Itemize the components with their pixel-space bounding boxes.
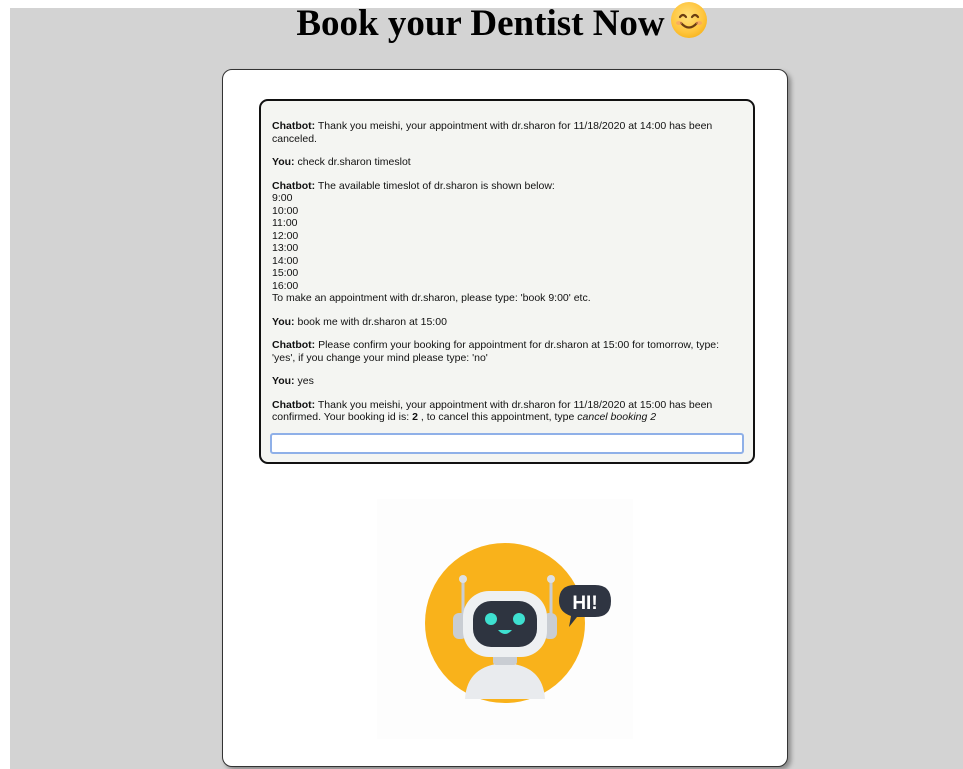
- message-text: check dr.sharon timeslot: [294, 156, 411, 168]
- robot-illustration: HI!: [377, 499, 633, 739]
- smiling-face-icon: [670, 2, 707, 38]
- robot-eye-left: [485, 613, 497, 625]
- timeslot-item: 9:00: [272, 192, 293, 204]
- cancel-command: cancel booking 2: [577, 411, 657, 423]
- speech-bubble-text: HI!: [572, 593, 597, 614]
- timeslot-item: 16:00: [272, 279, 299, 292]
- timeslot-item: 12:00: [272, 229, 299, 242]
- message-text: The available timeslot of dr.sharon is s…: [315, 179, 555, 192]
- message-sender: You:: [272, 375, 295, 387]
- chat-message-user: You: book me with dr.sharon at 15:00: [272, 316, 738, 329]
- message-text-cont: , to cancel this appointment, type: [417, 411, 578, 423]
- chat-message-user: You: check dr.sharon timeslot: [272, 156, 738, 169]
- chat-window: Chatbot: Thank you meishi, your appointm…: [259, 99, 755, 464]
- message-text: book me with dr.sharon at 15:00: [294, 315, 447, 328]
- message-text: yes: [294, 375, 314, 387]
- message-sender: You:: [272, 315, 295, 328]
- chat-input[interactable]: [270, 433, 744, 454]
- chat-message-user: You: yes: [272, 375, 738, 388]
- chat-card: Chatbot: Thank you meishi, your appointm…: [222, 69, 788, 767]
- message-instruction: To make an appointment with dr.sharon, p…: [272, 292, 591, 304]
- page-title-text: Book your Dentist Now: [296, 3, 665, 44]
- chat-message-bot: Chatbot: Thank you meishi, your appointm…: [272, 120, 738, 145]
- message-text: Thank you meishi, your appointment with …: [272, 120, 713, 145]
- message-sender: You:: [272, 156, 295, 168]
- chat-message-bot: Chatbot: The available timeslot of dr.sh…: [272, 180, 738, 305]
- timeslot-item: 10:00: [272, 204, 299, 217]
- timeslot-item: 15:00: [272, 267, 299, 279]
- timeslot-item: 14:00: [272, 254, 299, 267]
- message-sender: Chatbot:: [272, 120, 316, 132]
- robot-face-screen: [473, 601, 537, 647]
- page-title: Book your Dentist Now: [0, 2, 963, 45]
- message-sender: Chatbot:: [272, 398, 316, 411]
- timeslot-item: 11:00: [272, 217, 298, 229]
- chat-message-bot: Chatbot: Thank you meishi, your appointm…: [272, 399, 738, 424]
- message-text: Please confirm your booking for appointm…: [272, 339, 720, 364]
- chat-message-bot: Chatbot: Please confirm your booking for…: [272, 339, 738, 364]
- message-list: Chatbot: Thank you meishi, your appointm…: [272, 120, 738, 435]
- robot-eye-right: [513, 613, 525, 625]
- message-sender: Chatbot:: [272, 179, 316, 192]
- message-sender: Chatbot:: [272, 339, 316, 351]
- timeslot-item: 13:00: [272, 242, 299, 254]
